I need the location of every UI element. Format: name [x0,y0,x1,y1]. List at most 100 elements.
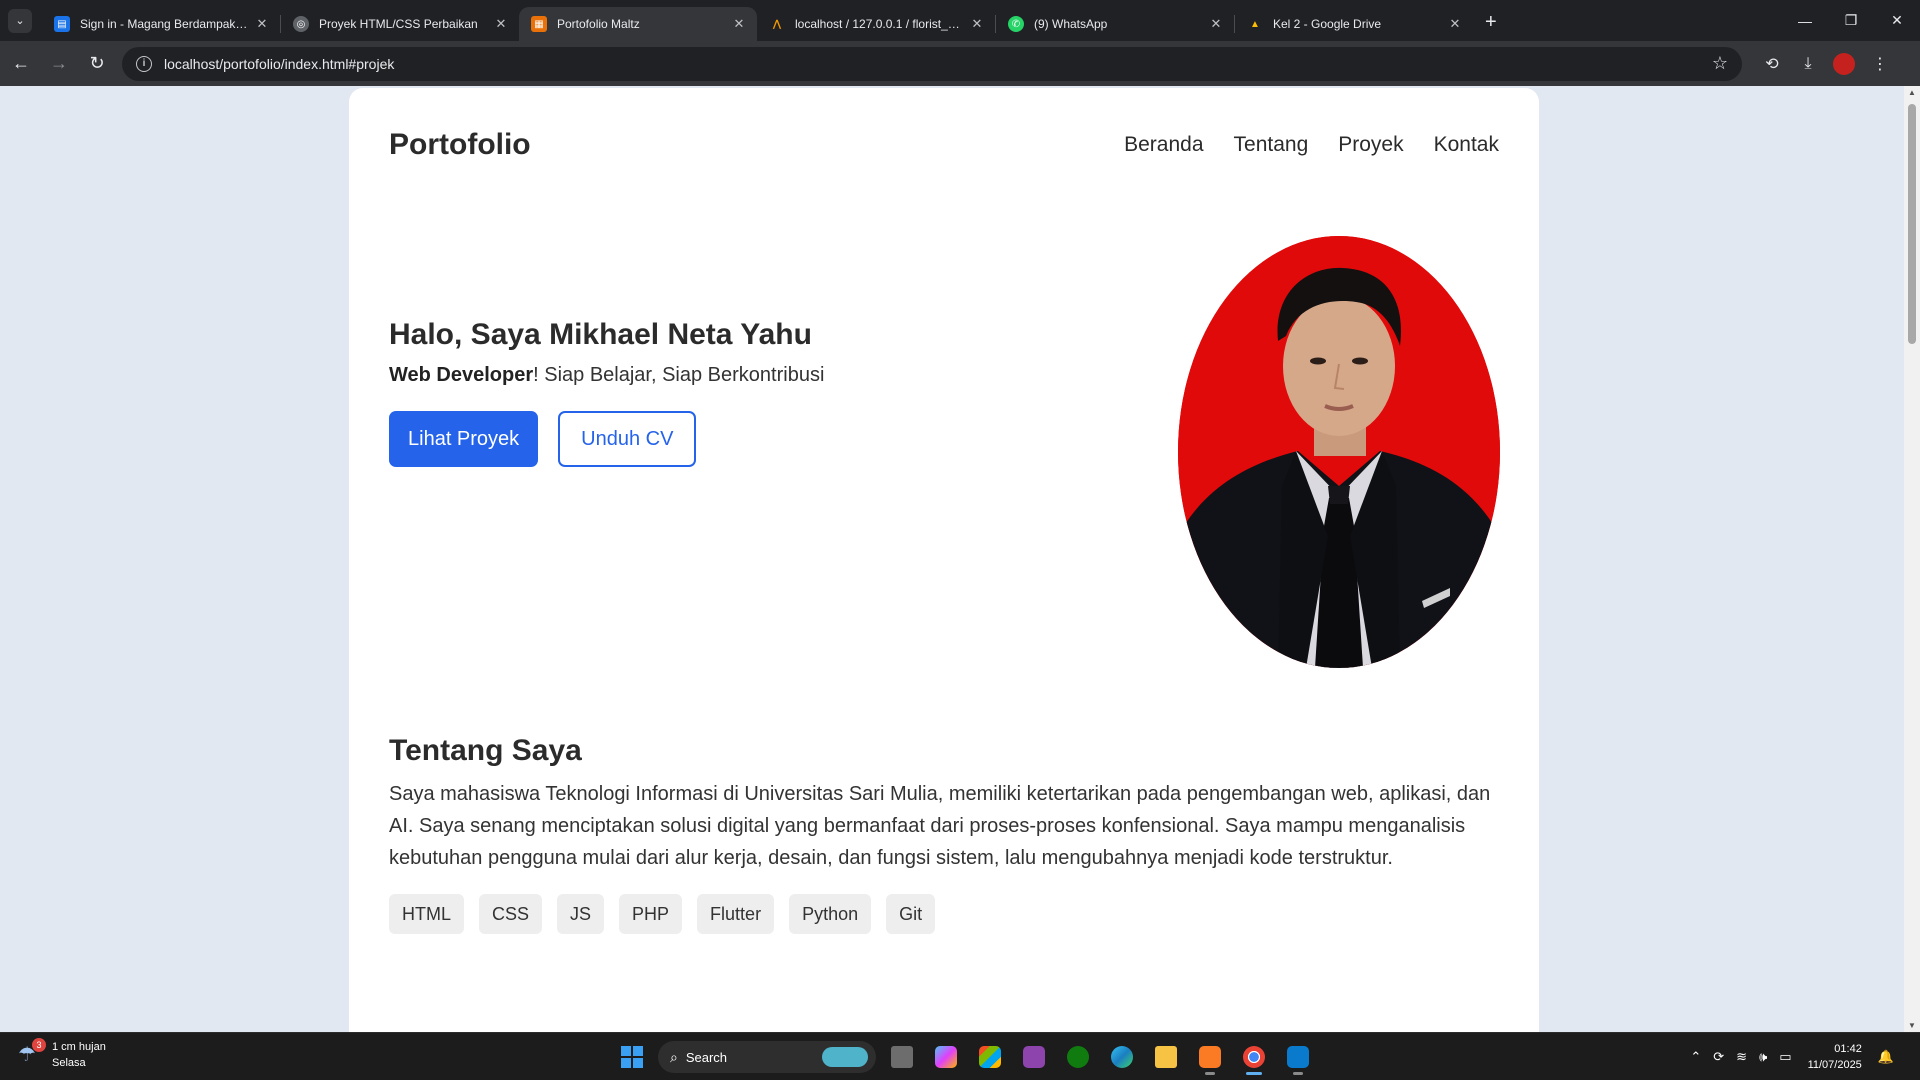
hero-heading: Halo, Saya Mikhael Neta Yahu [389,318,812,351]
tab-title: Sign in - Magang Berdampak 2025 [80,17,248,31]
scrollbar-thumb[interactable] [1908,104,1916,344]
scroll-up-arrow-icon[interactable]: ▲ [1904,88,1920,97]
page-viewport: Portofolio Beranda Tentang Proyek Kontak… [0,86,1904,1032]
notification-bell-icon[interactable]: 🔔 [1878,1049,1894,1065]
minimize-icon[interactable]: — [1782,0,1828,41]
back-arrow-icon[interactable]: ← [4,47,38,81]
skill-tag: HTML [389,894,464,934]
folder-icon [1155,1046,1177,1068]
portfolio-container: Portofolio Beranda Tentang Proyek Kontak… [349,88,1539,1032]
skill-tag: Git [886,894,936,934]
download-cv-button[interactable]: Unduh CV [558,411,697,467]
tab-portofolio[interactable]: ▦ Portofolio Maltz ✕ [519,7,757,41]
close-icon[interactable]: ✕ [254,16,270,32]
url-text[interactable]: localhost/portofolio/index.html#projek [164,56,1712,72]
sync-icon[interactable]: ⟳ [1713,1049,1724,1065]
clock[interactable]: 01:42 11/07/2025 [1808,1041,1862,1073]
task-view-button[interactable] [884,1039,920,1075]
copilot-icon [935,1046,957,1068]
tab-title: Kel 2 - Google Drive [1273,17,1382,31]
skill-tag: JS [557,894,605,934]
nav-link-proyek[interactable]: Proyek [1338,133,1403,157]
tab-phpmyadmin[interactable]: ⋀ localhost / 127.0.0.1 / florist_app ✕ [757,7,995,41]
bookmark-star-icon[interactable]: ☆ [1712,53,1728,74]
skill-tag: Python [789,894,872,934]
rain-umbrella-icon: ☂ 3 [18,1038,46,1068]
nav-link-beranda[interactable]: Beranda [1124,133,1203,157]
battery-icon[interactable]: ▭ [1779,1049,1791,1065]
xampp-button[interactable] [1192,1039,1228,1075]
tab-favicon-icon: ▦ [531,16,547,32]
weather-text: 1 cm hujan Selasa [52,1039,106,1071]
xbox-button[interactable] [1060,1039,1096,1075]
search-label: Search [685,1049,728,1065]
close-icon[interactable]: ✕ [1447,16,1463,32]
wifi-icon[interactable]: ≋ [1736,1049,1747,1065]
download-icon[interactable]: ⤓ [1790,46,1826,82]
xampp-icon [1199,1046,1221,1068]
close-icon[interactable]: ✕ [969,16,985,32]
weather-day: Selasa [52,1057,86,1069]
tab-title: Proyek HTML/CSS Perbaikan [319,17,478,31]
weather-condition: 1 cm hujan [52,1041,106,1053]
skill-tag: CSS [479,894,543,934]
profile-portrait-illustration [1178,236,1500,668]
skill-tag: Flutter [697,894,775,934]
history-icon[interactable]: ⟲ [1754,46,1790,82]
start-button[interactable] [614,1039,650,1075]
close-icon[interactable]: ✕ [493,16,509,32]
tab-title: (9) WhatsApp [1034,17,1108,31]
menu-kebab-icon[interactable]: ⋮ [1862,46,1898,82]
vscode-icon [1287,1046,1309,1068]
about-heading: Tentang Saya [389,734,582,767]
tab-proyek-html[interactable]: ◎ Proyek HTML/CSS Perbaikan ✕ [281,7,519,41]
chevron-down-icon: ⌄ [15,15,25,27]
windows-taskbar: ☂ 3 1 cm hujan Selasa ⌕ Search ⌃ ⟳ ≋ 🕪 ▭… [0,1032,1920,1080]
tab-google-drive[interactable]: ▲ Kel 2 - Google Drive ✕ [1235,7,1473,41]
file-explorer-button[interactable] [1148,1039,1184,1075]
edge-button[interactable] [1104,1039,1140,1075]
taskbar-search[interactable]: ⌕ Search [658,1041,876,1073]
store-button[interactable] [972,1039,1008,1075]
chrome-icon [1243,1046,1265,1068]
tab-magang[interactable]: ▤ Sign in - Magang Berdampak 2025 ✕ [42,7,280,41]
volume-icon[interactable]: 🕪 [1759,1049,1767,1065]
view-projects-button[interactable]: Lihat Proyek [389,411,539,467]
weather-widget[interactable]: ☂ 3 1 cm hujan Selasa [18,1038,106,1071]
hero-tagline: ! Siap Belajar, Siap Berkontribusi [533,364,825,386]
tab-title: Portofolio Maltz [557,17,640,31]
scroll-down-arrow-icon[interactable]: ▼ [1904,1021,1920,1030]
nav-link-tentang[interactable]: Tentang [1234,133,1309,157]
skills-list: HTML CSS JS PHP Flutter Python Git [389,894,1499,934]
chrome-button[interactable] [1236,1039,1272,1075]
forward-arrow-icon[interactable]: → [42,47,76,81]
window-close-icon[interactable]: ✕ [1874,0,1920,41]
about-text: Saya mahasiswa Teknologi Informasi di Un… [389,783,1491,869]
system-tray: ⌃ ⟳ ≋ 🕪 ▭ 01:42 11/07/2025 🔔 [1684,1033,1900,1080]
new-tab-button[interactable]: + [1485,11,1497,34]
tab-search-button[interactable]: ⌄ [8,8,32,33]
reload-icon[interactable]: ↻ [80,47,114,81]
page-scrollbar[interactable]: ▲ ▼ [1904,86,1920,1032]
tab-favicon-icon: ◎ [293,16,309,32]
tab-title: localhost / 127.0.0.1 / florist_app [795,17,963,31]
microsoft-store-icon [979,1046,1001,1068]
address-bar[interactable]: i localhost/portofolio/index.html#projek… [122,46,1742,81]
site-brand[interactable]: Portofolio [389,128,531,162]
close-icon[interactable]: ✕ [1208,16,1224,32]
close-icon[interactable]: ✕ [731,16,747,32]
tab-whatsapp[interactable]: ✆ (9) WhatsApp ✕ [996,7,1234,41]
search-highlight-illustration [822,1047,868,1067]
vscode-button[interactable] [1280,1039,1316,1075]
copilot-button[interactable] [928,1039,964,1075]
hero-role: Web Developer [389,364,534,386]
hero-subtitle: Web Developer! Siap Belajar, Siap Berkon… [389,364,824,387]
restore-icon[interactable]: ❐ [1828,0,1874,41]
podcast-app-button[interactable] [1016,1039,1052,1075]
extension-icon[interactable] [1833,52,1855,75]
chevron-up-icon[interactable]: ⌃ [1690,1049,1701,1065]
nav-link-kontak[interactable]: Kontak [1434,133,1499,157]
site-info-icon[interactable]: i [136,55,152,72]
hero-section: Halo, Saya Mikhael Neta Yahu Web Develop… [389,318,824,467]
taskbar-apps: ⌕ Search [614,1039,1316,1075]
